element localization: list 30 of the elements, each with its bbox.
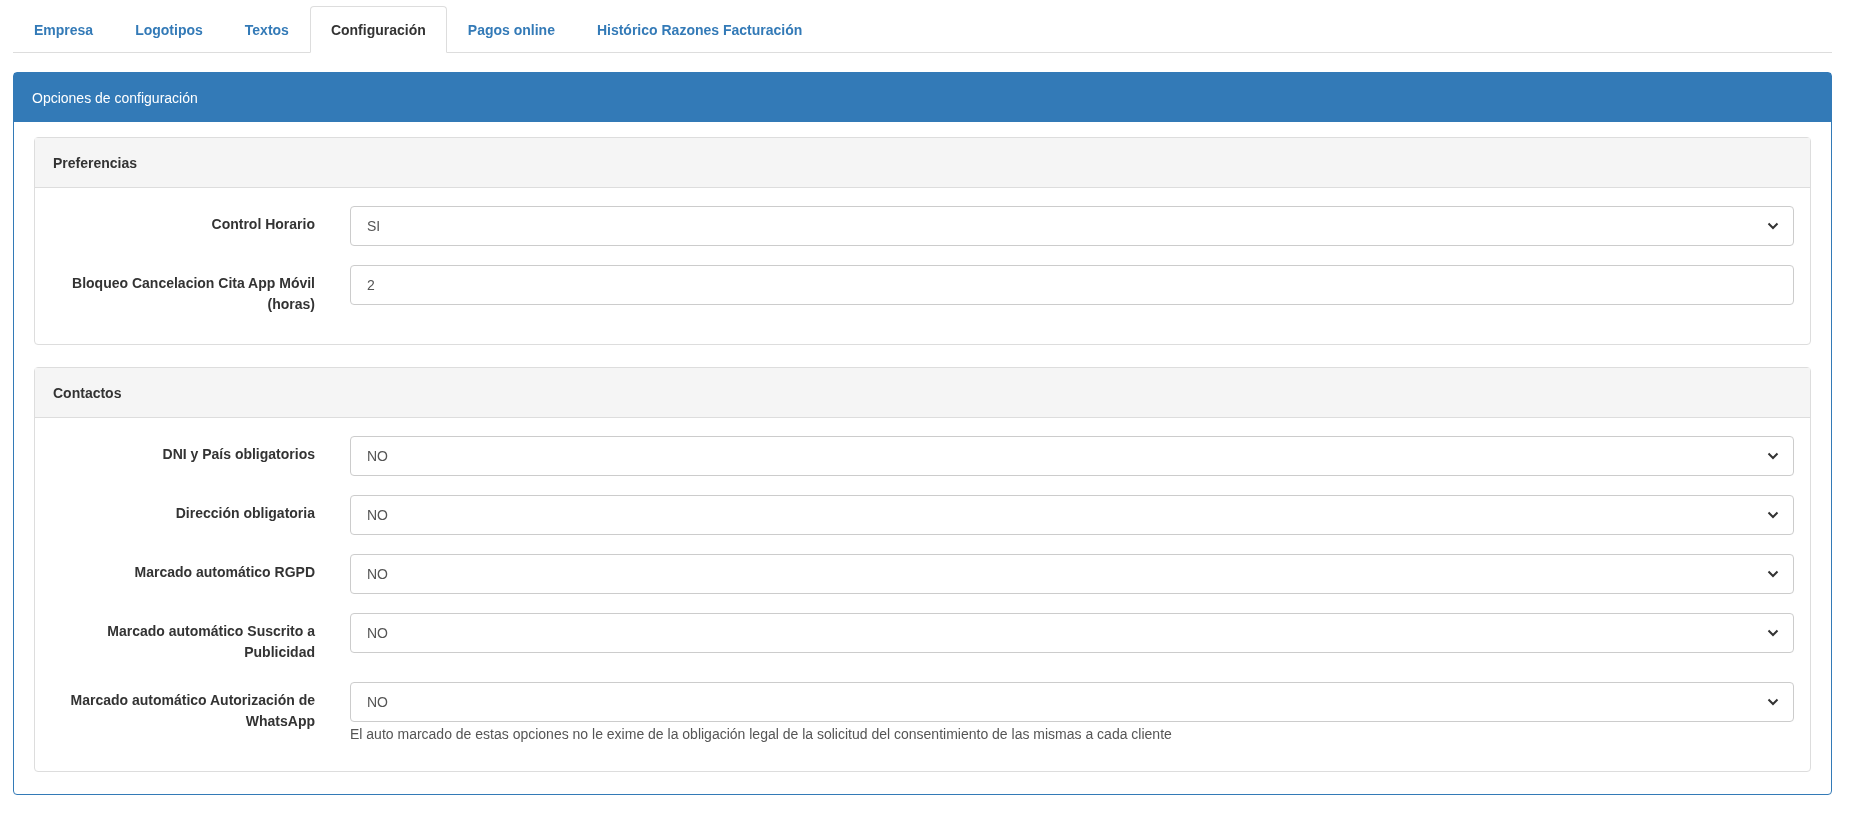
- field-label: Marcado automático RGPD: [133, 563, 315, 582]
- select-field[interactable]: NO: [350, 436, 1794, 476]
- chevron-down-icon: [1767, 698, 1779, 706]
- field-label: Marcado automático Suscrito a Publicidad: [106, 622, 315, 662]
- section-title: Contactos: [53, 384, 122, 401]
- select-field[interactable]: SI: [350, 206, 1794, 246]
- tab[interactable]: Pagos online: [446, 6, 576, 53]
- select-field[interactable]: NO: [350, 554, 1794, 594]
- panel-title: Opciones de configuración: [32, 89, 198, 106]
- tab[interactable]: Empresa: [13, 6, 115, 53]
- select-field[interactable]: NO: [350, 682, 1794, 722]
- chevron-down-icon: [1767, 452, 1779, 460]
- chevron-down-icon: [1767, 570, 1779, 578]
- help-text: El auto marcado de estas opciones no le exime de la obligación legal de la solicitud del consentimiento de las mismas a cada cliente: [350, 726, 1173, 742]
- field-label: Control Horario: [210, 215, 315, 234]
- tab[interactable]: Logotipos: [114, 6, 224, 53]
- tab[interactable]: Textos: [223, 6, 310, 53]
- field-label: Bloqueo Cancelacion Cita App Móvil (horas): [71, 274, 315, 314]
- input-field[interactable]: 2: [350, 265, 1794, 305]
- select-field[interactable]: NO: [350, 613, 1794, 653]
- chevron-down-icon: [1767, 511, 1779, 519]
- chevron-down-icon: [1767, 629, 1779, 637]
- section-title: Preferencias: [53, 154, 138, 171]
- field-label: Dirección obligatoria: [174, 504, 315, 523]
- field-label: DNI y País obligatorios: [161, 445, 315, 464]
- select-field[interactable]: NO: [350, 495, 1794, 535]
- tab[interactable]: Configuración: [309, 6, 447, 53]
- chevron-down-icon: [1767, 222, 1779, 230]
- tab[interactable]: Histórico Razones Facturación: [575, 6, 824, 53]
- field-label: Marcado automático Autorización de WhatsApp: [69, 691, 315, 731]
